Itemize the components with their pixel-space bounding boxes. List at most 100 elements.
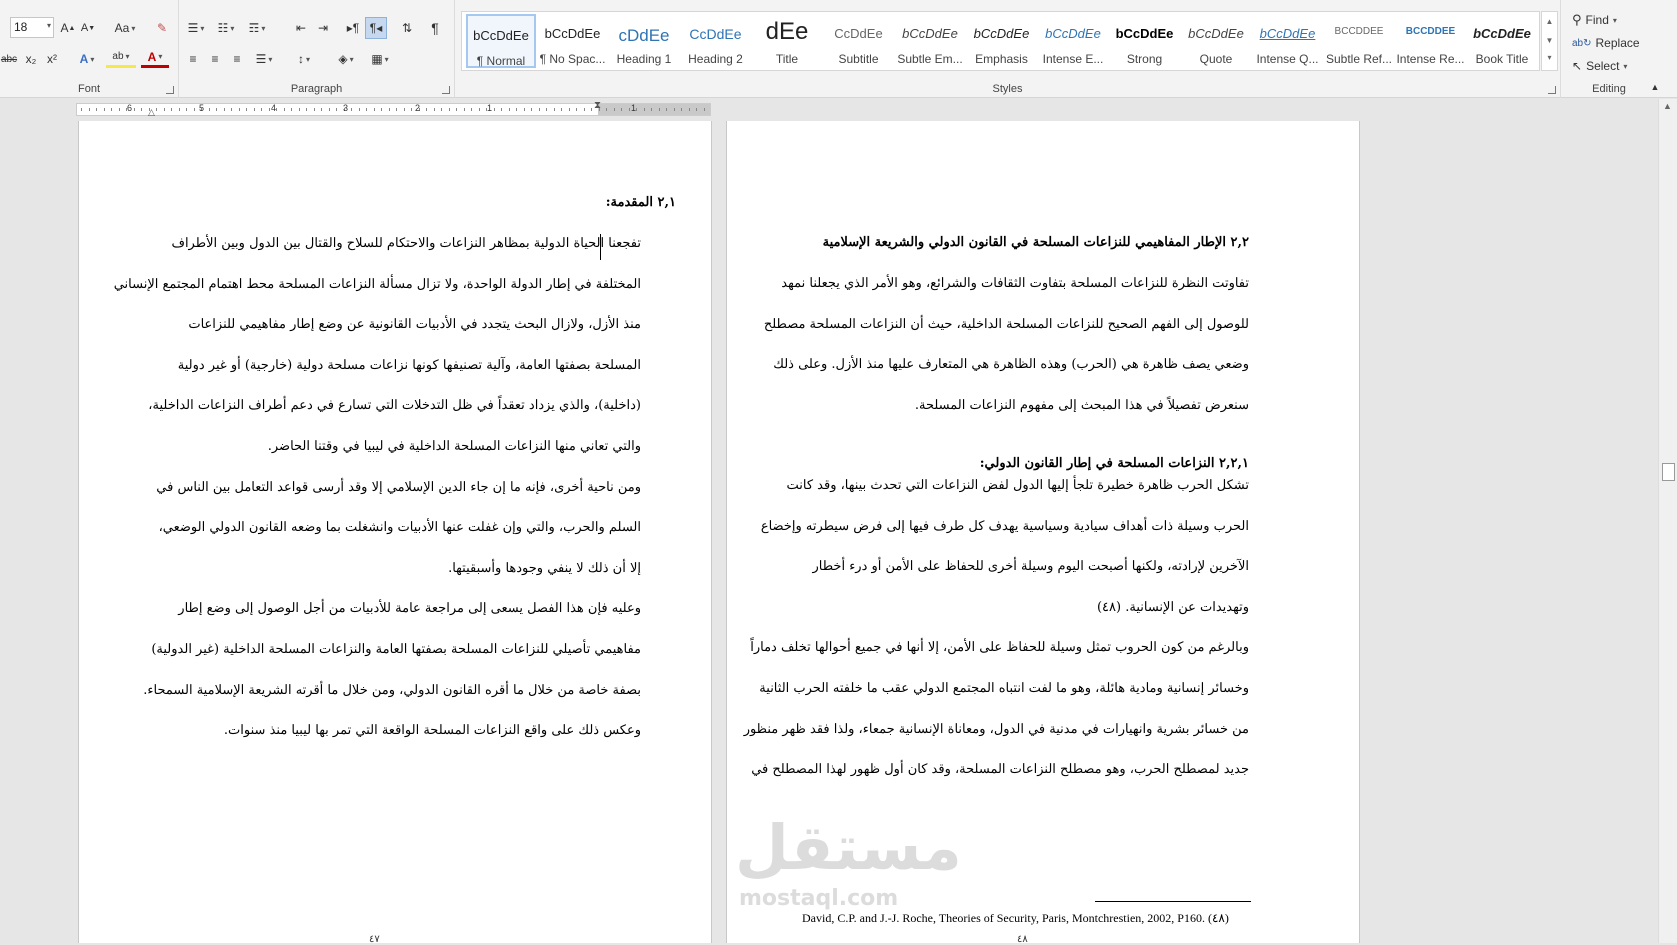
- tab-marker-icon[interactable]: △: [148, 107, 155, 118]
- ruler-margin: [598, 104, 710, 115]
- style-item[interactable]: bCcDdEe Book Title: [1467, 14, 1537, 68]
- left-page: ٢,١ المقدمة: تفجعنا الحياة الدولية بمظاه…: [78, 121, 712, 945]
- scroll-up-icon[interactable]: ▲: [1663, 101, 1672, 111]
- styles-more-icon[interactable]: ▾: [1542, 50, 1557, 66]
- scroll-thumb[interactable]: [1662, 463, 1675, 481]
- style-item[interactable]: CcDdEe Subtitle: [824, 14, 894, 68]
- rtl-direction-icon[interactable]: ¶◂: [365, 17, 387, 39]
- ruler-tick: [546, 108, 547, 111]
- watermark-arabic: مستقل: [735, 811, 962, 884]
- style-item[interactable]: bCcDdEe ¶ Normal: [466, 14, 536, 68]
- replace-icon: ab↻: [1572, 37, 1592, 49]
- line-spacing-icon[interactable]: ↕: [289, 48, 319, 70]
- style-name: Emphasis: [975, 52, 1028, 66]
- decrease-indent-icon[interactable]: ⇤: [291, 17, 311, 39]
- ruler-tick: [141, 108, 142, 111]
- font-group: 18▾ A▲ A▼ Aa ✎ abc x₂ x² A ab A Font: [0, 0, 179, 98]
- font-color-button[interactable]: A: [141, 48, 169, 68]
- shading-icon[interactable]: ◈: [331, 48, 361, 70]
- vertical-scrollbar[interactable]: ▲: [1658, 99, 1677, 943]
- find-button[interactable]: ⚲ Find ▾: [1572, 10, 1617, 30]
- style-preview: bCcDdEe: [1045, 26, 1101, 41]
- ltr-direction-icon[interactable]: ▸¶: [343, 17, 363, 39]
- ruler-tick: [178, 108, 180, 111]
- styles-scroll-up-icon[interactable]: ▲: [1542, 12, 1557, 31]
- horizontal-ruler[interactable]: 6 5 4 3 2 1 1: [76, 103, 711, 116]
- styles-dialog-launcher-icon[interactable]: [1548, 86, 1556, 94]
- justify-icon[interactable]: ☰: [249, 48, 279, 70]
- change-case-button[interactable]: Aa: [109, 17, 141, 39]
- ruler-number: 2: [415, 103, 421, 113]
- style-item[interactable]: bCcDdEe Quote: [1181, 14, 1251, 68]
- select-button[interactable]: ↖ Select ▾: [1572, 56, 1627, 76]
- ruler-tick: [253, 108, 255, 111]
- style-item[interactable]: bCcDdEe Intense E...: [1038, 14, 1108, 68]
- collapse-ribbon-icon[interactable]: ▲: [1648, 80, 1662, 94]
- ruler-tick: [433, 108, 435, 111]
- ruler-tick: [366, 108, 367, 111]
- superscript-button[interactable]: x²: [43, 48, 61, 70]
- style-name: Book Title: [1475, 52, 1529, 66]
- borders-icon[interactable]: ▦: [365, 48, 395, 70]
- show-formatting-icon[interactable]: ¶: [425, 17, 445, 39]
- style-name: Intense Q...: [1256, 52, 1319, 66]
- align-right-icon[interactable]: ≡: [227, 48, 247, 70]
- sort-icon[interactable]: ⇅: [397, 17, 417, 39]
- font-dialog-launcher-icon[interactable]: [166, 86, 174, 94]
- replace-button[interactable]: ab↻ Replace: [1572, 33, 1640, 53]
- watermark-latin: mostaql.com: [739, 886, 899, 911]
- style-item[interactable]: BCCDDEE Intense Re...: [1396, 14, 1466, 68]
- font-size-box[interactable]: 18 ▾: [10, 17, 54, 38]
- align-center-icon[interactable]: ≡: [205, 48, 225, 70]
- bullets-icon[interactable]: ☰: [183, 17, 209, 39]
- style-item[interactable]: bCcDdEe Subtle Em...: [895, 14, 965, 68]
- subscript-button[interactable]: x₂: [22, 48, 40, 70]
- text-line: (داخلية)، والذي يزداد تعقداً في ظل التدخ…: [148, 398, 641, 414]
- ruler-tick: [448, 108, 450, 111]
- indent-marker-icon[interactable]: ⧗: [594, 100, 601, 111]
- ruler-tick: [531, 108, 532, 111]
- ruler-tick: [628, 108, 630, 111]
- styles-scroll[interactable]: ▲ ▼ ▾: [1541, 11, 1558, 71]
- style-item[interactable]: cDdEe Heading 1: [609, 14, 679, 68]
- text-cursor: [600, 234, 601, 260]
- multilevel-list-icon[interactable]: ☶: [243, 17, 271, 39]
- right-page: ٢,٢ الإطار المفاهيمي للنزاعات المسلحة في…: [726, 121, 1360, 945]
- ruler-number: 1: [487, 103, 493, 113]
- ruler-tick: [613, 108, 615, 111]
- paragraph-dialog-launcher-icon[interactable]: [442, 86, 450, 94]
- clear-formatting-icon[interactable]: ✎: [152, 17, 172, 39]
- ruler-tick: [193, 108, 195, 111]
- style-item[interactable]: bCcDdEe ¶ No Spac...: [538, 14, 608, 68]
- styles-scroll-down-icon[interactable]: ▼: [1542, 31, 1557, 50]
- style-item[interactable]: bCcDdEe Emphasis: [967, 14, 1037, 68]
- style-item[interactable]: BCCDDEE Subtle Ref...: [1324, 14, 1394, 68]
- text-effects-button[interactable]: A: [74, 48, 100, 70]
- text-line: تفاوتت النظرة للنزاعات المسلحة بتفاوت ال…: [781, 276, 1249, 291]
- text-line: الآخرين لإرادته، ولكنها أصبحت اليوم وسيل…: [812, 559, 1249, 575]
- align-left-icon[interactable]: ≡: [183, 48, 203, 70]
- ruler-tick: [411, 108, 412, 111]
- style-item[interactable]: dEe Title: [752, 14, 822, 68]
- increase-indent-icon[interactable]: ⇥: [313, 17, 333, 39]
- ruler-tick: [516, 108, 517, 111]
- ruler-tick: [568, 108, 570, 111]
- ruler-tick: [403, 108, 405, 111]
- ruler-tick: [246, 108, 247, 111]
- ruler-tick: [388, 108, 390, 111]
- strikethrough-button[interactable]: abc: [0, 48, 18, 70]
- style-item[interactable]: bCcDdEe Strong: [1110, 14, 1180, 68]
- style-item[interactable]: CcDdEe Heading 2: [681, 14, 751, 68]
- ruler-tick: [358, 108, 360, 111]
- shrink-font-button[interactable]: A ▼: [80, 17, 96, 39]
- ruler-tick: [328, 108, 330, 111]
- style-item[interactable]: bCcDdEe Intense Q...: [1253, 14, 1323, 68]
- ruler-tick: [216, 108, 217, 111]
- grow-font-button[interactable]: A ▲: [60, 17, 76, 39]
- highlight-button[interactable]: ab: [106, 48, 136, 68]
- ruler-tick: [291, 108, 292, 111]
- ruler-tick: [696, 108, 697, 111]
- numbering-icon[interactable]: ☷: [213, 17, 239, 39]
- ruler-tick: [666, 108, 667, 111]
- ruler-tick: [81, 108, 82, 111]
